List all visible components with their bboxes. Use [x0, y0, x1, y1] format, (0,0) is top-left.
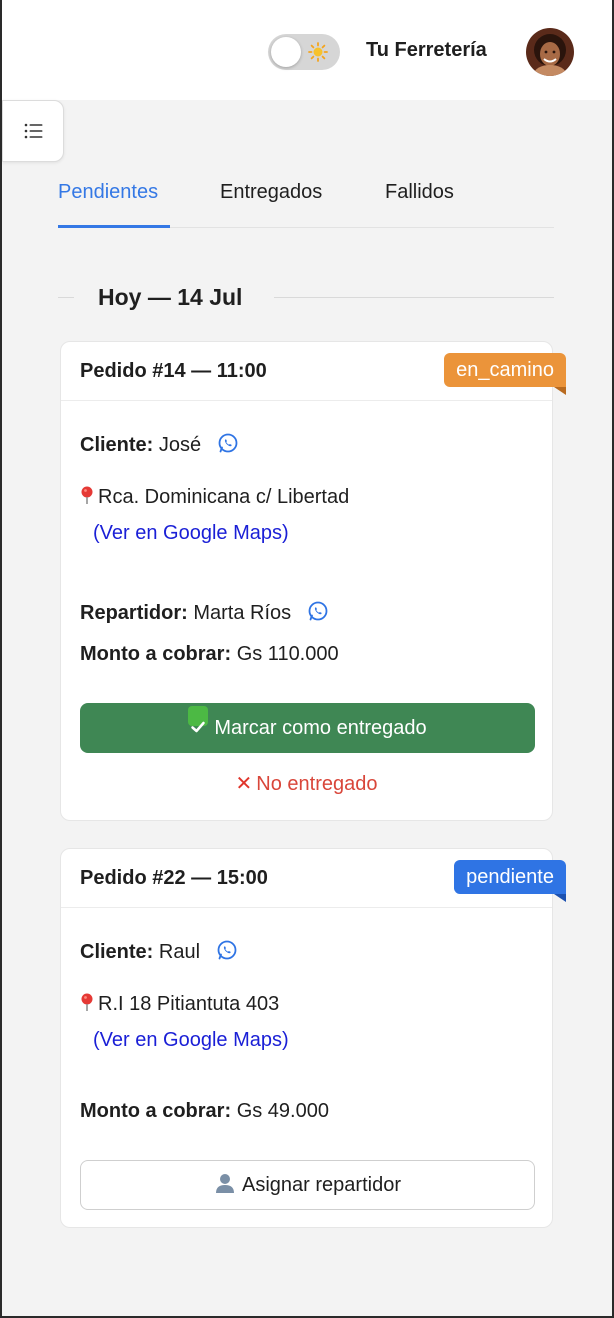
- mark-delivered-label: Marcar como entregado: [214, 717, 427, 739]
- assign-courier-button[interactable]: Asignar repartidor: [80, 1160, 535, 1210]
- amount-value: Gs 110.000: [236, 643, 339, 665]
- address-row: Rca. Dominicana c/ Libertad: [80, 486, 349, 509]
- toggle-knob: [271, 37, 301, 67]
- order-card: Pedido #14 — 11:00 en_camino Cliente: Jo…: [60, 341, 566, 821]
- order-title: Pedido #22 — 15:00: [80, 867, 268, 889]
- mark-delivered-button[interactable]: Marcar como entregado: [80, 703, 535, 753]
- client-name: José: [158, 434, 202, 456]
- address-text: Rca. Dominicana c/ Libertad: [98, 486, 350, 508]
- user-avatar[interactable]: [526, 28, 574, 76]
- brand-name: Tu Ferretería: [366, 39, 487, 61]
- pin-icon: [81, 486, 93, 504]
- separator-line-left: [58, 297, 74, 298]
- amount-label: Monto a cobrar:: [80, 643, 232, 665]
- client-label: Cliente:: [80, 941, 154, 963]
- status-badge: en_camino: [444, 353, 566, 395]
- top-bar: Tu Ferretería: [2, 0, 612, 100]
- google-maps-link[interactable]: (Ver en Google Maps): [93, 522, 289, 545]
- person-icon: [216, 1174, 235, 1193]
- client-label: Cliente:: [80, 434, 154, 456]
- menu-button[interactable]: [2, 100, 64, 162]
- order-card-header: Pedido #14 — 11:00 en_camino: [61, 342, 566, 401]
- list-icon: [24, 123, 43, 139]
- order-card-header: Pedido #22 — 15:00 pendiente: [61, 849, 566, 908]
- separator-line-right: [274, 297, 554, 298]
- amount-label: Monto a cobrar:: [80, 1100, 232, 1122]
- courier-label: Repartidor:: [80, 602, 188, 624]
- cross-icon: ✕: [235, 773, 253, 795]
- tab-entregados[interactable]: Entregados: [220, 181, 322, 228]
- check-icon: [188, 706, 209, 733]
- amount-row: Monto a cobrar: Gs 110.000: [80, 643, 339, 666]
- client-row: Cliente: José: [80, 432, 239, 457]
- google-maps-link[interactable]: (Ver en Google Maps): [93, 1029, 289, 1052]
- pin-icon: [81, 993, 93, 1011]
- courier-name: Marta Ríos: [193, 602, 292, 624]
- client-row: Cliente: Raul: [80, 939, 238, 964]
- whatsapp-icon[interactable]: [307, 600, 329, 622]
- date-label: Hoy — 14 Jul: [98, 284, 243, 310]
- status-badge: pendiente: [454, 860, 566, 902]
- date-separator: Hoy — 14 Jul: [58, 284, 554, 314]
- order-card: Pedido #22 — 15:00 pendiente Cliente: Ra…: [60, 848, 566, 1228]
- assign-courier-label: Asignar repartidor: [242, 1174, 401, 1196]
- whatsapp-icon[interactable]: [216, 939, 238, 961]
- status-tabs: Pendientes Entregados Fallidos: [58, 178, 554, 228]
- courier-row: Repartidor: Marta Ríos: [80, 600, 329, 625]
- sun-icon: [308, 42, 328, 62]
- address-row: R.I 18 Pitiantuta 403: [80, 993, 279, 1016]
- not-delivered-label: No entregado: [256, 773, 378, 795]
- address-text: R.I 18 Pitiantuta 403: [98, 993, 280, 1015]
- not-delivered-button[interactable]: ✕ No entregado: [61, 771, 552, 796]
- amount-row: Monto a cobrar: Gs 49.000: [80, 1100, 329, 1123]
- client-name: Raul: [158, 941, 201, 963]
- avatar-image: [526, 28, 574, 76]
- theme-toggle[interactable]: [268, 34, 340, 70]
- whatsapp-icon[interactable]: [217, 432, 239, 454]
- tab-pendientes[interactable]: Pendientes: [58, 181, 170, 228]
- order-title: Pedido #14 — 11:00: [80, 360, 267, 382]
- amount-value: Gs 49.000: [236, 1100, 329, 1122]
- tab-fallidos[interactable]: Fallidos: [385, 181, 454, 228]
